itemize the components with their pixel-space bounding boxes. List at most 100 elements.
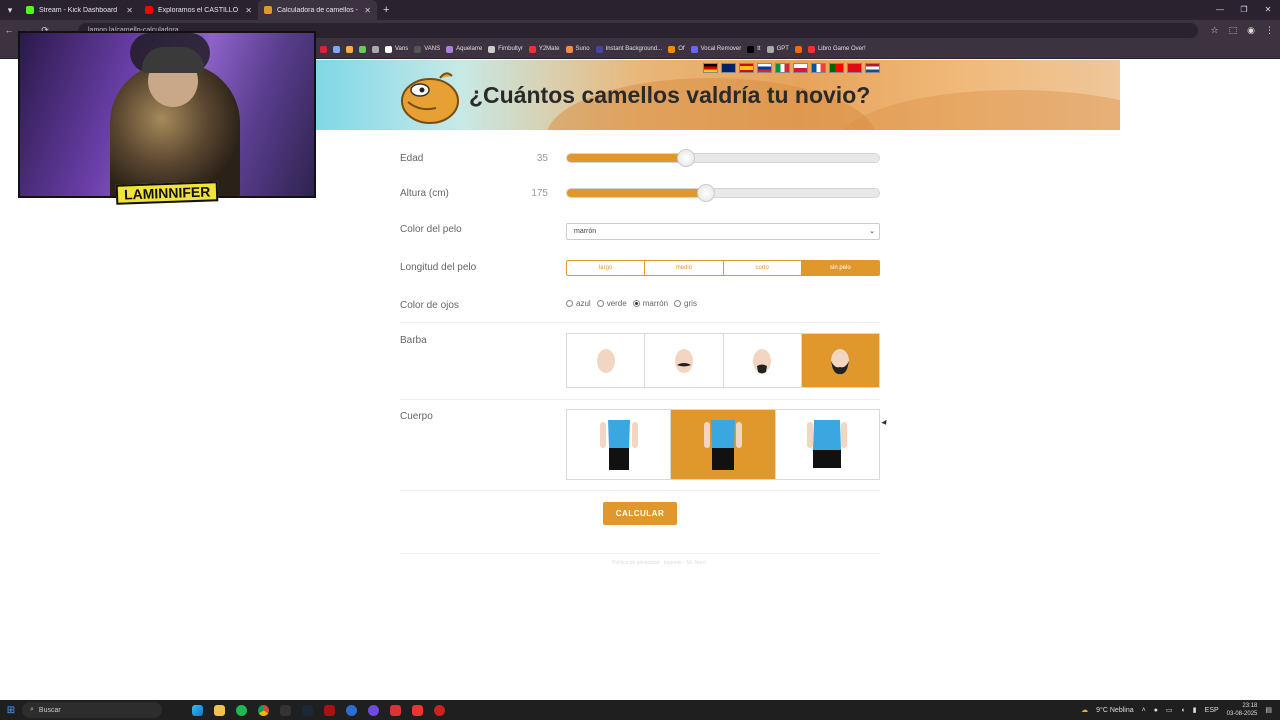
hair-length-option[interactable]: sin pelo — [801, 261, 879, 275]
beard-option-full[interactable] — [801, 334, 879, 387]
hair-color-select[interactable]: marrón ⌄ — [566, 223, 880, 240]
flag-netherlands-icon[interactable] — [865, 63, 880, 73]
battery-icon[interactable]: ▮ — [1193, 706, 1197, 714]
back-icon[interactable]: ← — [0, 25, 18, 35]
flag-italy-icon[interactable] — [775, 63, 790, 73]
hair-length-option[interactable]: corto — [724, 261, 802, 275]
clock[interactable]: 23:18 03-08-2025 — [1227, 702, 1258, 718]
body-option-average[interactable] — [671, 410, 776, 479]
chevron-up-icon[interactable]: ˄ — [1142, 707, 1146, 714]
footer-links[interactable]: Política de privacidad · Imprimir · Mr. … — [612, 560, 706, 566]
hair-length-option[interactable]: largo — [567, 261, 646, 275]
eye-color-label: Color de ojos — [400, 300, 459, 311]
close-tab-icon[interactable]: ✕ — [245, 6, 252, 15]
minimize-icon[interactable]: — — [1208, 0, 1232, 20]
flag-turkey-icon[interactable] — [847, 63, 862, 73]
beard-option-mustache[interactable] — [645, 334, 724, 387]
bookmark-tt[interactable]: tt — [747, 45, 761, 53]
bookmark-y2mate[interactable]: Y2Mate — [528, 45, 560, 53]
flag-portugal-icon[interactable] — [829, 63, 844, 73]
hair-color-label: Color del pelo — [400, 224, 462, 235]
mouse-cursor — [881, 419, 889, 427]
face-full-beard-icon — [831, 348, 850, 374]
hair-length-option[interactable]: medio — [645, 261, 724, 275]
terminal-icon[interactable] — [274, 700, 296, 720]
bookmark-item[interactable] — [346, 45, 353, 53]
spotify-icon[interactable] — [230, 700, 252, 720]
language-indicator[interactable]: ESP — [1205, 707, 1219, 714]
bookmark-item[interactable] — [359, 45, 366, 53]
flag-france-icon[interactable] — [811, 63, 826, 73]
file-explorer-icon[interactable] — [208, 700, 230, 720]
flag-germany-icon[interactable] — [703, 63, 718, 73]
maximize-icon[interactable]: ❐ — [1232, 0, 1256, 20]
network-icon[interactable]: ▭ — [1166, 706, 1173, 714]
new-tab-button[interactable]: + — [383, 4, 389, 16]
height-slider-handle[interactable] — [696, 184, 715, 202]
streamer-name-badge: LAMINNIFER — [115, 181, 219, 205]
profile-icon[interactable]: ◉ — [1247, 25, 1255, 36]
eye-color-radio[interactable]: verde — [596, 299, 627, 308]
obs-icon[interactable] — [362, 700, 384, 720]
app-icon[interactable] — [406, 700, 428, 720]
tab-calculator[interactable]: Calculadora de camellos - la ca ✕ — [258, 0, 377, 20]
tab-search-icon[interactable]: ▾ — [0, 0, 20, 20]
calculate-button[interactable]: CALCULAR — [603, 502, 677, 525]
flag-spain-icon[interactable] — [739, 63, 754, 73]
taskbar-search[interactable]: ⌕ Buscar — [22, 702, 162, 718]
bookmark-instant-background[interactable]: Instant Background... — [595, 45, 662, 53]
edge-icon[interactable] — [186, 700, 208, 720]
bookmark-star-icon[interactable]: ☆ — [1211, 25, 1219, 36]
weather-text[interactable]: 9°C Neblina — [1096, 707, 1133, 714]
windows-start-icon[interactable]: ⊞ — [0, 705, 22, 716]
age-slider[interactable] — [566, 149, 880, 167]
notifications-icon[interactable]: ▤ — [1265, 706, 1272, 714]
tab-youtube[interactable]: Exploramos el CASTILLO BUTR ✕ — [139, 0, 258, 20]
flag-poland-icon[interactable] — [793, 63, 808, 73]
eye-color-radio[interactable]: azul — [566, 299, 591, 308]
steam-icon[interactable] — [296, 700, 318, 720]
app-icon[interactable] — [318, 700, 340, 720]
bookmark-of[interactable]: Of — [668, 45, 685, 53]
chrome-icon[interactable] — [252, 700, 274, 720]
app-icon[interactable] — [428, 700, 450, 720]
flag-uk-icon[interactable] — [721, 63, 736, 73]
beard-option-goatee[interactable] — [724, 334, 802, 387]
bookmark-item[interactable] — [794, 45, 802, 53]
close-window-icon[interactable]: ✕ — [1256, 0, 1280, 20]
beard-option-none[interactable] — [567, 334, 646, 387]
bookmark-gpt[interactable]: GPT — [766, 45, 789, 53]
bookmark-suno[interactable]: Suno — [565, 45, 590, 53]
app-icon[interactable] — [384, 700, 406, 720]
eye-color-radio[interactable]: gris — [674, 299, 697, 308]
bookmark-item[interactable] — [333, 45, 340, 53]
tab-kick[interactable]: Stream - Kick Dashboard ✕ — [20, 0, 139, 20]
face-goatee-icon — [753, 348, 772, 373]
header-banner: ¿Cuántos camellos valdría tu novio? — [316, 60, 1120, 130]
extensions-icon[interactable]: ⬚ — [1229, 25, 1238, 36]
volume-icon[interactable]: ◖ — [1181, 707, 1185, 714]
microphone-icon[interactable]: ● — [1154, 707, 1158, 714]
bookmark-item[interactable] — [372, 45, 379, 53]
bookmark-vans[interactable]: Vans — [385, 45, 408, 53]
refresh-app-icon[interactable] — [340, 700, 362, 720]
hair-length-segmented: largo medio corto sin pelo — [566, 260, 880, 276]
bookmark-fimbultyr[interactable]: Fimbultyr — [488, 45, 523, 53]
body-option-wide[interactable] — [776, 410, 879, 479]
flag-russia-icon[interactable] — [757, 63, 772, 73]
divider — [400, 399, 880, 400]
menu-icon[interactable]: ⋮ — [1265, 25, 1274, 36]
height-label: Altura (cm) — [400, 188, 449, 199]
bookmark-item[interactable] — [320, 45, 327, 53]
bookmark-VANS[interactable]: VANS — [414, 45, 440, 53]
height-slider[interactable] — [566, 184, 880, 202]
bookmark-libro-game-over[interactable]: Libro Game Over! — [807, 45, 866, 53]
bookmark-aquelarre[interactable]: Aquelarre — [446, 45, 482, 53]
close-tab-icon[interactable]: ✕ — [364, 6, 371, 15]
chevron-down-icon: ⌄ — [869, 228, 875, 235]
age-slider-handle[interactable] — [676, 149, 695, 167]
eye-color-radio[interactable]: marrón — [632, 299, 668, 308]
body-option-slim[interactable] — [567, 410, 672, 479]
close-tab-icon[interactable]: ✕ — [126, 6, 133, 15]
bookmark-vocal-remover[interactable]: Vocal Remover — [690, 45, 741, 53]
